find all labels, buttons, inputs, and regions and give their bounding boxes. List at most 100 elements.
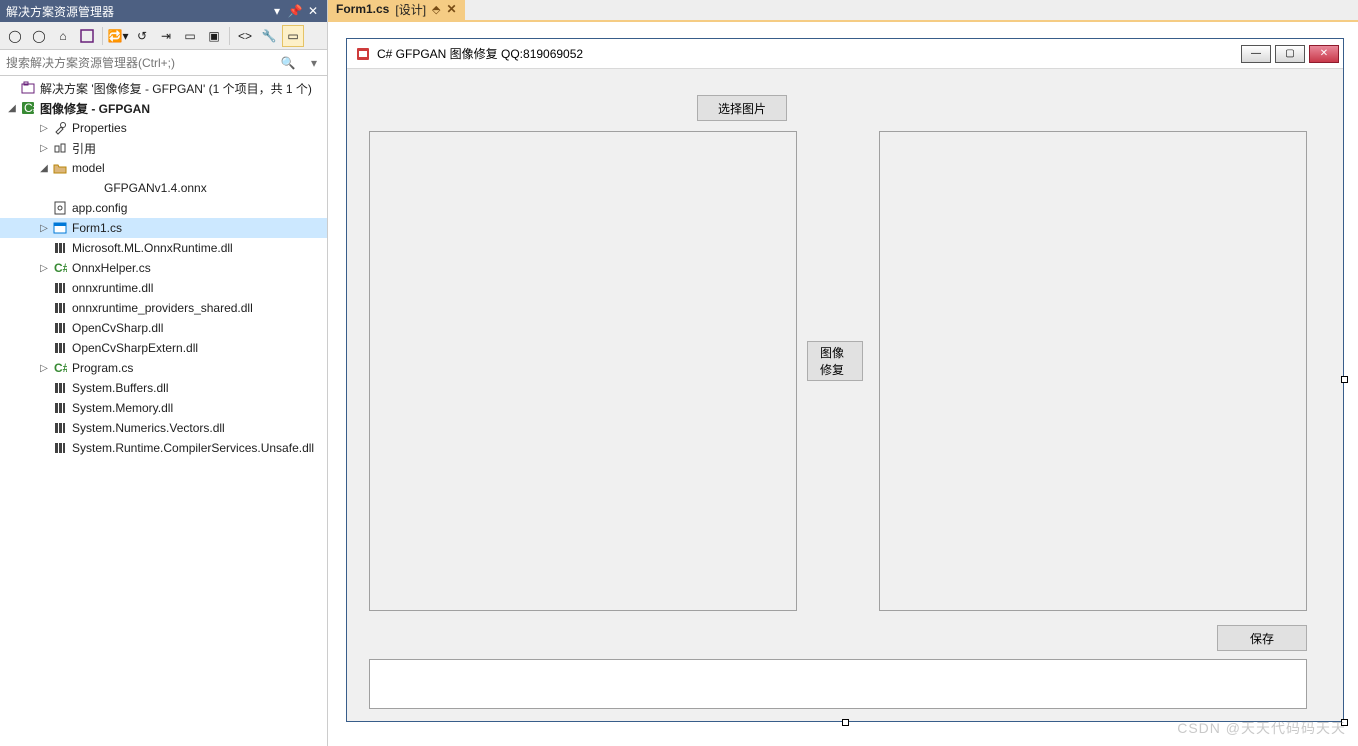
- dll-icon: [52, 380, 68, 396]
- pending-changes-icon[interactable]: 🔁▾: [107, 25, 129, 47]
- solution-tree[interactable]: 解决方案 '图像修复 - GFPGAN' (1 个项目，共 1 个) ◢ C# …: [0, 76, 327, 746]
- solution-icon: [20, 80, 36, 96]
- tree-item[interactable]: onnxruntime.dll: [0, 278, 327, 298]
- dll-icon: [52, 340, 68, 356]
- expander-icon[interactable]: ▷: [36, 263, 52, 274]
- dll-icon: [52, 420, 68, 436]
- tree-label: Form1.cs: [72, 221, 122, 235]
- tree-item[interactable]: System.Memory.dll: [0, 398, 327, 418]
- tab-strip: Form1.cs [设计] ⬘ ✕: [328, 0, 1358, 22]
- tree-item[interactable]: GFPGANv1.4.onnx: [0, 178, 327, 198]
- tree-label: OpenCvSharp.dll: [72, 321, 163, 335]
- repair-button[interactable]: 图像修复: [807, 341, 863, 381]
- tree-item[interactable]: ▷C#OnnxHelper.cs: [0, 258, 327, 278]
- tree-label: Program.cs: [72, 361, 133, 375]
- left-image-panel[interactable]: [369, 131, 797, 611]
- tree-item[interactable]: ▷C# Program.cs: [0, 358, 327, 378]
- search-dropdown-icon[interactable]: ▾: [301, 50, 327, 75]
- tree-item[interactable]: ▷Properties: [0, 118, 327, 138]
- wrench-icon[interactable]: 🔧: [258, 25, 280, 47]
- form-titlebar: C# GFPGAN 图像修复 QQ:819069052 ― ▢ ✕: [347, 39, 1343, 69]
- expander-icon[interactable]: ▷: [36, 223, 52, 234]
- window-buttons: ― ▢ ✕: [1241, 45, 1339, 63]
- dll-icon: [52, 280, 68, 296]
- tree-item[interactable]: System.Numerics.Vectors.dll: [0, 418, 327, 438]
- tree-label: GFPGANv1.4.onnx: [104, 181, 207, 195]
- tree-label: System.Numerics.Vectors.dll: [72, 421, 225, 435]
- search-input[interactable]: [0, 50, 275, 75]
- expander-icon[interactable]: ◢: [4, 103, 20, 114]
- close-icon[interactable]: ✕: [447, 2, 457, 16]
- toolbar-separator: [229, 27, 230, 45]
- expander-icon[interactable]: ▷: [36, 363, 52, 374]
- tree-label: onnxruntime_providers_shared.dll: [72, 301, 253, 315]
- show-all-icon[interactable]: ▭: [179, 25, 201, 47]
- tab-form1-design[interactable]: Form1.cs [设计] ⬘ ✕: [328, 0, 465, 20]
- project-node[interactable]: ◢ C# 图像修复 - GFPGAN: [0, 98, 327, 118]
- form-title: C# GFPGAN 图像修复 QQ:819069052: [377, 45, 1241, 62]
- tree-item[interactable]: onnxruntime_providers_shared.dll: [0, 298, 327, 318]
- preview-icon[interactable]: ▭: [282, 25, 304, 47]
- tab-label: Form1.cs: [336, 2, 389, 16]
- tree-label: app.config: [72, 201, 127, 215]
- tree-label: 引用: [72, 140, 96, 157]
- resize-handle[interactable]: [842, 719, 849, 726]
- panel-pin-icon[interactable]: 📌: [287, 3, 303, 19]
- panel-close-icon[interactable]: ✕: [305, 3, 321, 19]
- dll-icon: [52, 240, 68, 256]
- properties-icon[interactable]: ▣: [203, 25, 225, 47]
- tree-item[interactable]: ◢model: [0, 158, 327, 178]
- save-button[interactable]: 保存: [1217, 625, 1307, 651]
- expander-icon[interactable]: ◢: [36, 163, 52, 174]
- collapse-icon[interactable]: ⇥: [155, 25, 177, 47]
- tree-label: System.Memory.dll: [72, 401, 173, 415]
- code-icon[interactable]: <>: [234, 25, 256, 47]
- right-image-panel[interactable]: [879, 131, 1307, 611]
- tree-item[interactable]: app.config: [0, 198, 327, 218]
- form-body: 选择图片 图像修复 保存: [347, 69, 1343, 721]
- tree-item[interactable]: Microsoft.ML.OnnxRuntime.dll: [0, 238, 327, 258]
- solution-node[interactable]: 解决方案 '图像修复 - GFPGAN' (1 个项目，共 1 个): [0, 78, 327, 98]
- close-button[interactable]: ✕: [1309, 45, 1339, 63]
- form-icon: [52, 220, 68, 236]
- tree-label: System.Runtime.CompilerServices.Unsafe.d…: [72, 441, 314, 455]
- tree-label: 图像修复 - GFPGAN: [40, 100, 150, 117]
- select-image-button[interactable]: 选择图片: [697, 95, 787, 121]
- search-icon[interactable]: 🔍: [275, 50, 301, 75]
- pin-icon[interactable]: ⬘: [432, 3, 440, 16]
- search-box: 🔍 ▾: [0, 50, 327, 76]
- tree-label: System.Buffers.dll: [72, 381, 168, 395]
- resize-handle[interactable]: [1341, 719, 1348, 726]
- config-icon: [52, 200, 68, 216]
- sync-icon[interactable]: ↺: [131, 25, 153, 47]
- csharp-project-icon: C#: [20, 100, 36, 116]
- back-icon[interactable]: ◯: [4, 25, 26, 47]
- cs-icon: C#: [52, 360, 68, 376]
- svg-text:C#: C#: [54, 361, 67, 375]
- switch-views-icon[interactable]: [76, 25, 98, 47]
- tree-item[interactable]: ▷ 引用: [0, 138, 327, 158]
- expander-icon[interactable]: ▷: [36, 123, 52, 134]
- none-icon: [84, 180, 100, 196]
- solution-explorer-panel: 解决方案资源管理器 ▾ 📌 ✕ ◯ ◯ ⌂ 🔁▾ ↺ ⇥ ▭ ▣ <> 🔧 ▭ …: [0, 0, 328, 746]
- forward-icon[interactable]: ◯: [28, 25, 50, 47]
- tab-suffix: [设计]: [395, 1, 426, 18]
- tree-item[interactable]: ▷ Form1.cs: [0, 218, 327, 238]
- tree-item[interactable]: System.Buffers.dll: [0, 378, 327, 398]
- form-designer-surface[interactable]: C# GFPGAN 图像修复 QQ:819069052 ― ▢ ✕ 选择图片 图…: [328, 22, 1358, 746]
- tree-item[interactable]: OpenCvSharpExtern.dll: [0, 338, 327, 358]
- svg-text:C#: C#: [54, 261, 67, 275]
- panel-dropdown-icon[interactable]: ▾: [269, 3, 285, 19]
- form-icon: [355, 46, 371, 62]
- designed-form[interactable]: C# GFPGAN 图像修复 QQ:819069052 ― ▢ ✕ 选择图片 图…: [346, 38, 1344, 722]
- home-icon[interactable]: ⌂: [52, 25, 74, 47]
- resize-handle[interactable]: [1341, 376, 1348, 383]
- log-panel[interactable]: [369, 659, 1307, 709]
- maximize-button[interactable]: ▢: [1275, 45, 1305, 63]
- tree-item[interactable]: OpenCvSharp.dll: [0, 318, 327, 338]
- expander-icon[interactable]: ▷: [36, 143, 52, 154]
- svg-text:C#: C#: [24, 101, 35, 115]
- minimize-button[interactable]: ―: [1241, 45, 1271, 63]
- tree-item[interactable]: System.Runtime.CompilerServices.Unsafe.d…: [0, 438, 327, 458]
- panel-titlebar: 解决方案资源管理器 ▾ 📌 ✕: [0, 0, 327, 22]
